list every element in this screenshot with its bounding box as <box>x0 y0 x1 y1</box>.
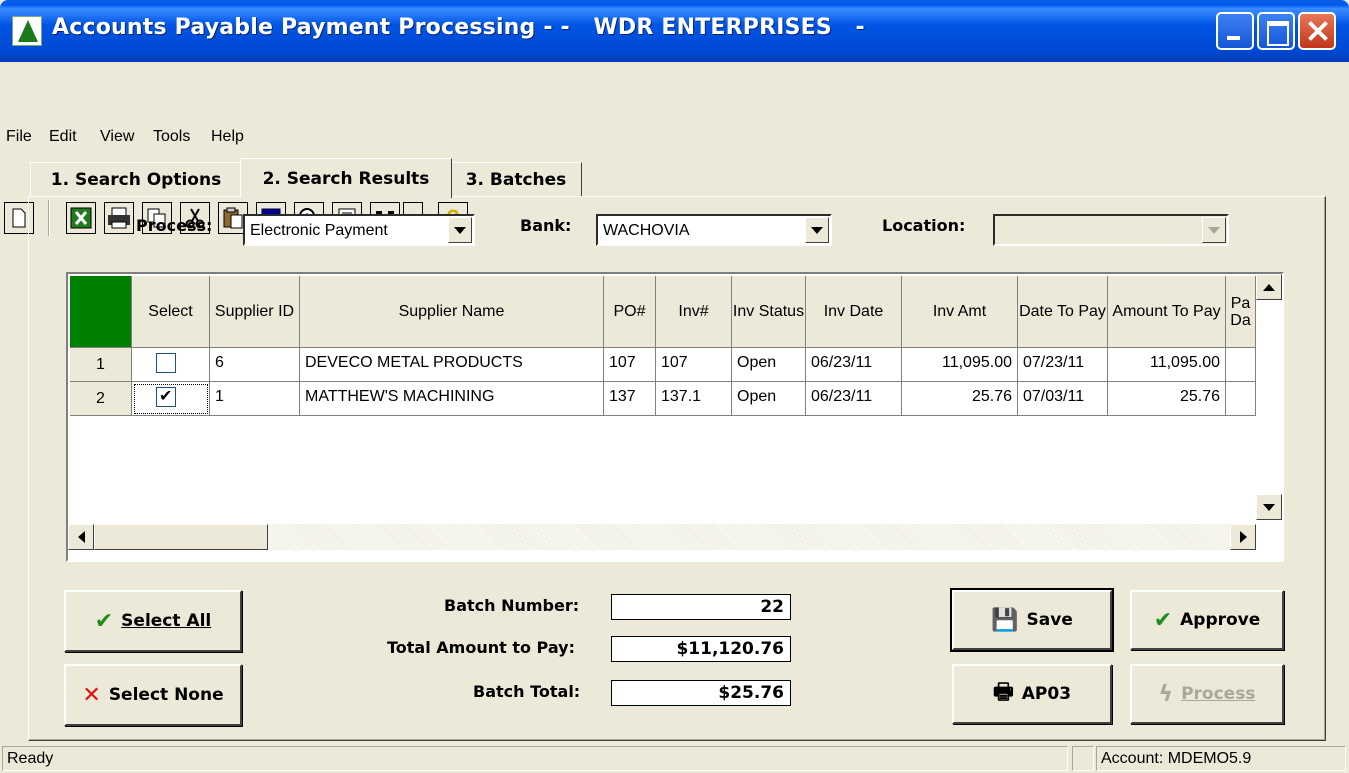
bank-value: WACHOVIA <box>603 222 690 239</box>
col-inv-status[interactable]: Inv Status <box>732 276 806 348</box>
scroll-thumb[interactable] <box>94 524 268 550</box>
bank-label: Bank: <box>520 216 572 235</box>
minimize-button[interactable] <box>1216 12 1254 50</box>
status-cell[interactable]: Open <box>732 382 806 416</box>
chevron-down-icon <box>1202 217 1226 243</box>
tab-search-results[interactable]: 2. Search Results <box>240 158 452 198</box>
inv-cell[interactable]: 107 <box>656 348 732 382</box>
inv-date-cell[interactable]: 06/23/11 <box>806 348 902 382</box>
horizontal-scrollbar[interactable] <box>68 524 1256 550</box>
tab-search-options[interactable]: 1. Search Options <box>30 162 242 197</box>
check-icon: ✔ <box>1153 607 1173 633</box>
col-inv[interactable]: Inv# <box>656 276 732 348</box>
supplier-name-cell[interactable]: DEVECO METAL PRODUCTS <box>300 348 604 382</box>
date-to-pay-cell[interactable]: 07/03/11 <box>1018 382 1108 416</box>
scroll-up-button[interactable] <box>1256 274 1282 300</box>
row-header[interactable]: 1 <box>70 348 132 382</box>
supplier-id-cell[interactable]: 6 <box>210 348 300 382</box>
scroll-down-button[interactable] <box>1256 494 1282 520</box>
pay-date-cell[interactable] <box>1226 348 1256 382</box>
bank-select[interactable]: WACHOVIA <box>596 214 832 246</box>
inv-amt-cell[interactable]: 25.76 <box>902 382 1018 416</box>
save-button[interactable]: 💾 Save <box>950 588 1114 652</box>
total-amount-label: Total Amount to Pay: <box>387 638 575 657</box>
batch-total-label: Batch Total: <box>473 682 581 701</box>
toolbar: ? <box>0 96 1349 236</box>
batch-number-label: Batch Number: <box>444 596 580 615</box>
col-inv-date[interactable]: Inv Date <box>806 276 902 348</box>
process-select[interactable]: Electronic Payment <box>243 214 475 246</box>
chevron-down-icon[interactable] <box>805 217 829 243</box>
location-label: Location: <box>882 216 966 235</box>
vertical-scrollbar[interactable] <box>1256 274 1282 546</box>
tab-batches[interactable]: 3. Batches <box>450 162 582 197</box>
status-cell[interactable]: Open <box>732 348 806 382</box>
lightning-icon: ϟ <box>1158 681 1174 707</box>
select-cell[interactable] <box>132 382 210 416</box>
row-header[interactable]: 2 <box>70 382 132 416</box>
col-inv-amt[interactable]: Inv Amt <box>902 276 1018 348</box>
col-amount-to-pay[interactable]: Amount To Pay <box>1108 276 1226 348</box>
amount-to-pay-cell[interactable]: 11,095.00 <box>1108 348 1226 382</box>
check-icon: ✔ <box>94 608 114 634</box>
total-amount-field[interactable]: $11,120.76 <box>611 636 791 662</box>
maximize-button[interactable] <box>1257 12 1295 50</box>
inv-cell[interactable]: 137.1 <box>656 382 732 416</box>
select-cell[interactable] <box>132 348 210 382</box>
date-to-pay-cell[interactable]: 07/23/11 <box>1018 348 1108 382</box>
col-select[interactable]: Select <box>132 276 210 348</box>
col-supplier-id[interactable]: Supplier ID <box>210 276 300 348</box>
col-po[interactable]: PO# <box>604 276 656 348</box>
grid-corner <box>70 276 132 348</box>
col-pay-date[interactable]: Pa Da <box>1226 276 1256 348</box>
app-tree-icon <box>12 16 42 46</box>
process-value: Electronic Payment <box>250 222 388 239</box>
results-grid[interactable]: Select Supplier ID Supplier Name PO# Inv… <box>66 272 1284 562</box>
supplier-name-cell[interactable]: MATTHEW'S MACHINING <box>300 382 604 416</box>
inv-date-cell[interactable]: 06/23/11 <box>806 382 902 416</box>
col-supplier-name[interactable]: Supplier Name <box>300 276 604 348</box>
batch-number-field[interactable]: 22 <box>611 594 791 620</box>
chevron-down-icon[interactable] <box>448 217 472 243</box>
scroll-right-button[interactable] <box>1230 524 1256 550</box>
location-select <box>993 214 1229 246</box>
process-button: ϟ Process <box>1130 664 1284 724</box>
status-text: Ready <box>2 746 1068 771</box>
po-cell[interactable]: 107 <box>604 348 656 382</box>
ap03-button[interactable]: 🖶 AP03 <box>952 664 1112 724</box>
row-checkbox[interactable] <box>156 386 176 407</box>
scroll-left-button[interactable] <box>68 524 94 550</box>
status-account: Account: MDEMO5.9 <box>1096 746 1346 771</box>
inv-amt-cell[interactable]: 11,095.00 <box>902 348 1018 382</box>
approve-button[interactable]: ✔ Approve <box>1130 590 1284 650</box>
cross-icon: ✕ <box>82 682 101 708</box>
col-date-to-pay[interactable]: Date To Pay <box>1018 276 1108 348</box>
floppy-disk-icon: 💾 <box>991 607 1019 633</box>
batch-total-field[interactable]: $25.76 <box>611 680 791 706</box>
close-button[interactable] <box>1298 12 1336 50</box>
pay-date-cell[interactable] <box>1226 382 1256 416</box>
row-checkbox[interactable] <box>156 353 176 373</box>
status-panel-empty <box>1072 746 1094 771</box>
select-all-button[interactable]: ✔ Select All <box>64 590 242 652</box>
print-icon: 🖶 <box>992 680 1014 705</box>
select-none-button[interactable]: ✕ Select None <box>64 664 242 726</box>
process-label: Process: <box>136 216 213 235</box>
po-cell[interactable]: 137 <box>604 382 656 416</box>
supplier-id-cell[interactable]: 1 <box>210 382 300 416</box>
menu-bar: File Edit View Tools Help <box>0 62 1349 145</box>
window-title: Accounts Payable Payment Processing - - … <box>52 15 865 40</box>
title-bar[interactable]: Accounts Payable Payment Processing - - … <box>0 0 1349 62</box>
amount-to-pay-cell[interactable]: 25.76 <box>1108 382 1226 416</box>
